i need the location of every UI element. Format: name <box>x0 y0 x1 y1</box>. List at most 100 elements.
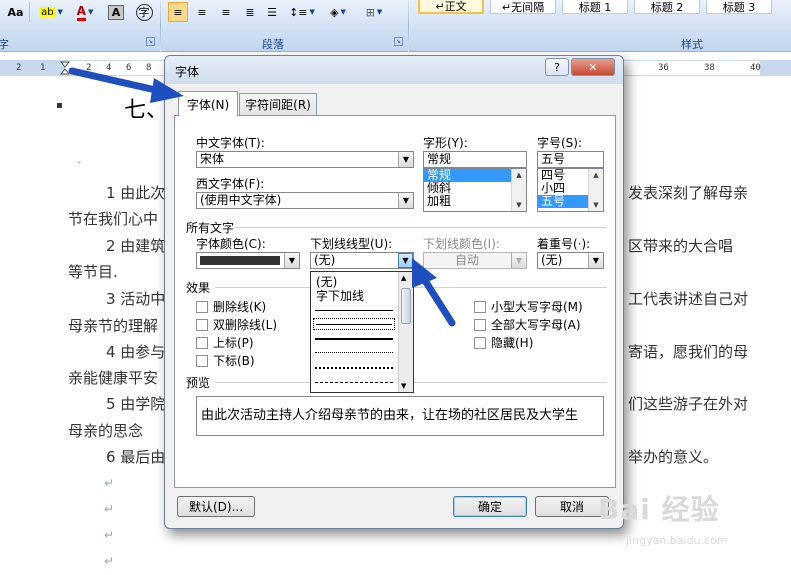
font-size-list[interactable]: 四号 小四 五号 ▲ ▼ <box>537 168 604 212</box>
line-spacing-button[interactable]: ↕≡ ▼ <box>287 2 317 22</box>
checkbox-box[interactable] <box>474 300 486 313</box>
underline-option-dotted-heavy[interactable] <box>315 367 393 369</box>
checkbox-box[interactable] <box>196 318 208 331</box>
document-line-right: 发表深刻了解母亲 <box>628 184 749 202</box>
font-color-label: 字体颜色(C): <box>196 237 266 251</box>
emphasis-mark-select[interactable]: (无) ▼ <box>537 252 604 269</box>
superscript-checkbox[interactable]: 上标(P) <box>196 334 254 351</box>
underline-option-dotted[interactable] <box>315 352 393 353</box>
style-heading-3[interactable]: 标题 3 <box>706 0 772 14</box>
borders-button[interactable]: ⊞ ▼ <box>358 2 390 22</box>
style-no-spacing[interactable]: ↵无间隔 <box>490 0 556 14</box>
underline-color-select[interactable]: 自动 ▼ <box>423 252 527 269</box>
document-line: 5 由学院 <box>106 395 166 413</box>
strikethrough-checkbox[interactable]: 删除线(K) <box>196 298 266 315</box>
style-heading-2[interactable]: 标题 2 <box>634 0 700 14</box>
scrollbar[interactable]: ▲ ▼ <box>511 169 526 211</box>
emphasis-mark-value: (无) <box>541 253 563 267</box>
checkbox-label: 隐藏(H) <box>491 336 534 350</box>
help-button[interactable]: ? <box>545 58 569 76</box>
borders-icon: ⊞ <box>365 5 375 19</box>
align-left-button[interactable]: ≡ <box>168 2 188 22</box>
justify-icon: ≣ <box>245 5 255 19</box>
scroll-down-icon[interactable]: ▼ <box>589 199 603 211</box>
underline-option-single-selected[interactable] <box>313 318 395 330</box>
tab-font[interactable]: 字体(N) <box>178 91 238 116</box>
font-dialog-launcher-icon[interactable]: ↘ <box>146 37 155 46</box>
ok-button[interactable]: 确定 <box>453 496 527 517</box>
underline-option-thick[interactable] <box>315 338 393 340</box>
paragraph-mark: ↵ <box>104 502 115 516</box>
checkbox-box[interactable] <box>474 336 486 349</box>
checkbox-box[interactable] <box>196 354 208 367</box>
checkbox-box[interactable] <box>196 336 208 349</box>
scroll-up-icon[interactable]: ▲ <box>589 169 603 181</box>
ruler-mark: 40 <box>750 63 761 73</box>
paragraph-dialog-launcher-icon[interactable]: ↘ <box>394 37 403 46</box>
chevron-down-icon: ▼ <box>588 253 603 268</box>
scrollbar[interactable]: ▲ ▼ <box>588 169 603 211</box>
font-style-input[interactable]: 常规 <box>423 151 527 168</box>
all-caps-checkbox[interactable]: 全部大写字母(A) <box>474 316 581 333</box>
shading-button[interactable]: ◈ ▼ <box>322 2 354 22</box>
chevron-down-icon: ▼ <box>398 193 413 208</box>
font-style-list[interactable]: 常规 倾斜 加粗 ▲ ▼ <box>423 168 527 212</box>
checkbox-label: 小型大写字母(M) <box>491 300 583 314</box>
close-button[interactable]: ✕ <box>571 58 615 76</box>
underline-type-dropdown[interactable]: (无) 字下加线 ▲ ▼ <box>310 271 414 393</box>
align-center-button[interactable]: ≡ <box>192 2 212 22</box>
scroll-thumb[interactable] <box>401 288 411 324</box>
ribbon-group-separator <box>408 0 409 52</box>
chevron-down-icon: ▼ <box>87 8 94 16</box>
scroll-up-icon[interactable]: ▲ <box>401 274 406 282</box>
hidden-checkbox[interactable]: 隐藏(H) <box>474 334 533 351</box>
help-icon: ? <box>554 60 560 74</box>
character-shading-button[interactable]: A <box>106 2 126 22</box>
scroll-down-icon[interactable]: ▼ <box>512 199 526 211</box>
distributed-icon: ☰ <box>267 5 277 19</box>
font-style-label: 字形(Y): <box>423 136 468 150</box>
enclose-characters-button[interactable]: 字 <box>132 2 156 22</box>
underline-type-select[interactable]: (无) ▼ <box>310 252 414 269</box>
checkbox-box[interactable] <box>196 300 208 313</box>
font-color-button[interactable]: A ▼ <box>70 2 100 22</box>
style-normal[interactable]: ↵正文 <box>418 0 484 14</box>
underline-option-single[interactable] <box>315 310 393 311</box>
font-size-input[interactable]: 五号 <box>537 151 604 168</box>
baidu-watermark: Bai 经验 jingyan.baidu.com <box>598 488 728 547</box>
scroll-down-icon[interactable]: ▼ <box>401 382 406 390</box>
dropdown-scrollbar[interactable]: ▲ ▼ <box>398 272 413 392</box>
effects-header: 效果 <box>186 281 211 295</box>
cjk-font-select[interactable]: 宋体 ▼ <box>196 151 414 168</box>
font-color-select[interactable]: ▼ <box>196 252 300 269</box>
small-caps-checkbox[interactable]: 小型大写字母(M) <box>474 298 583 315</box>
western-font-select[interactable]: (使用中文字体) ▼ <box>196 192 414 209</box>
indent-marker-icon[interactable] <box>59 61 71 75</box>
chevron-down-icon: ▼ <box>309 8 315 16</box>
style-heading-1[interactable]: 标题 1 <box>562 0 628 14</box>
document-line-right: 工代表讲述自己对 <box>628 290 749 308</box>
document-line: 亲能健康平安 <box>68 369 159 387</box>
cjk-font-value: 宋体 <box>200 152 225 166</box>
checkbox-box[interactable] <box>474 318 486 331</box>
justify-button[interactable]: ≣ <box>240 2 260 22</box>
scroll-up-icon[interactable]: ▲ <box>512 169 526 181</box>
highlighter-icon: ab <box>39 6 56 18</box>
paragraph-mark: ↵ <box>104 554 115 568</box>
font-size-input-value: 五号 <box>541 152 566 166</box>
text-highlight-button[interactable]: ab ▼ <box>34 2 68 22</box>
align-right-button[interactable]: ≡ <box>216 2 236 22</box>
change-case-button[interactable]: Aa <box>2 2 30 22</box>
set-default-button[interactable]: 默认(D)... <box>177 496 255 517</box>
underline-option-words-only[interactable]: 字下加线 <box>316 287 364 304</box>
document-line-right: 区带来的大合唱 <box>628 237 734 255</box>
underline-option-dashed[interactable] <box>315 382 393 383</box>
distributed-button[interactable]: ☰ <box>262 2 282 22</box>
dialog-titlebar[interactable]: 字体 ? ✕ <box>165 56 623 84</box>
font-color-icon: A <box>76 4 86 21</box>
tab-character-spacing[interactable]: 字符间距(R) <box>239 93 317 115</box>
double-strikethrough-checkbox[interactable]: 双删除线(L) <box>196 316 277 333</box>
subscript-checkbox[interactable]: 下标(B) <box>196 352 255 369</box>
checkbox-label: 全部大写字母(A) <box>491 318 581 332</box>
document-line: 等节目. <box>68 263 118 281</box>
